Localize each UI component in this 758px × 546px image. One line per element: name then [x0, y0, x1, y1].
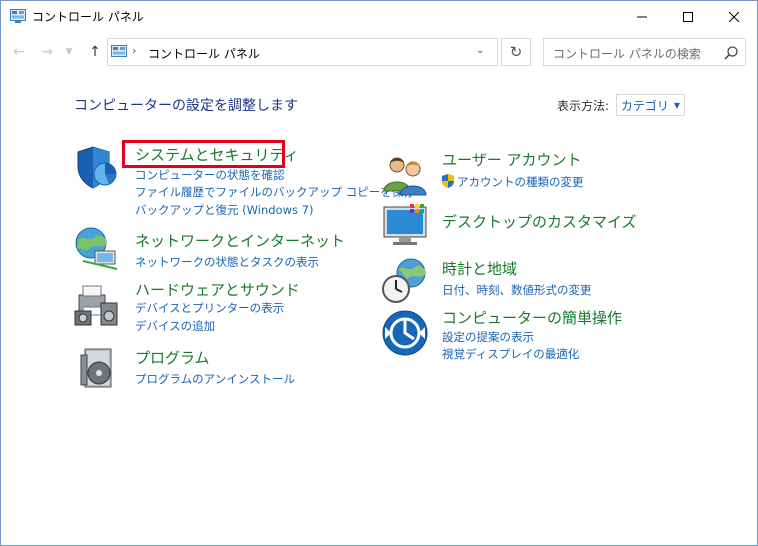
uac-shield-icon [442, 174, 454, 188]
minimize-icon [637, 16, 647, 17]
category-desktop-customization[interactable]: デスクトップのカスタマイズ [442, 211, 637, 232]
view-by-label: 表示方法: [557, 99, 610, 113]
title-bar[interactable]: コントロール パネル [1, 1, 757, 32]
category-programs[interactable]: プログラム [135, 347, 210, 368]
link-date-time-format[interactable]: 日付、時刻、数値形式の変更 [442, 282, 592, 298]
link-uninstall-program[interactable]: プログラムのアンインストール [135, 371, 295, 387]
control-panel-icon [10, 9, 26, 23]
address-history-dropdown-icon[interactable]: ⌄ [476, 45, 484, 56]
forward-button[interactable]: → [37, 42, 57, 62]
category-user-accounts[interactable]: ユーザー アカウント [442, 149, 581, 170]
arrow-left-icon: ← [13, 44, 25, 60]
link-suggested-settings[interactable]: 設定の提案の表示 [442, 329, 534, 345]
control-panel-window: コントロール パネル ← → ▼ ↑ › コントロール パネル › ⌄ ↻ コン… [0, 0, 758, 546]
close-icon [729, 11, 739, 22]
breadcrumb-separator-icon[interactable]: › [238, 44, 242, 57]
refresh-icon: ↻ [509, 43, 523, 61]
breadcrumb-separator-icon[interactable]: › [132, 44, 136, 57]
search-icon [724, 46, 738, 60]
link-devices-printers[interactable]: デバイスとプリンターの表示 [135, 300, 284, 316]
network-globe-icon [75, 227, 118, 270]
search-input[interactable]: コントロール パネルの検索 [543, 38, 746, 66]
category-ease-of-access[interactable]: コンピューターの簡単操作 [442, 307, 622, 328]
link-file-history-backup[interactable]: ファイル履歴でファイルのバックアップ コピーを保存 [135, 184, 415, 200]
link-add-device[interactable]: デバイスの追加 [135, 318, 215, 334]
printer-speaker-icon [74, 285, 118, 326]
address-bar[interactable]: › コントロール パネル › ⌄ [107, 38, 498, 66]
view-by-value: カテゴリ [620, 98, 669, 113]
control-panel-icon [111, 45, 127, 57]
up-button[interactable]: ↑ [85, 42, 105, 62]
monitor-icon [383, 204, 427, 245]
navigation-bar: ← → ▼ ↑ › コントロール パネル › ⌄ ↻ コントロール パネルの検索 [1, 32, 757, 72]
chevron-down-icon: ▼ [65, 47, 73, 57]
clock-globe-icon [382, 258, 426, 303]
page-heading: コンピューターの設定を調整します [74, 98, 298, 114]
maximize-button[interactable] [665, 1, 711, 32]
breadcrumb-control-panel[interactable]: コントロール パネル [148, 45, 260, 62]
link-backup-restore[interactable]: バックアップと復元 (Windows 7) [135, 202, 313, 218]
programs-disc-icon [80, 348, 112, 388]
back-button[interactable]: ← [9, 42, 29, 62]
dropdown-arrow-icon: ▼ [673, 100, 681, 110]
window-title: コントロール パネル [32, 10, 144, 24]
arrow-up-icon: ↑ [89, 44, 101, 60]
link-optimize-display[interactable]: 視覚ディスプレイの最適化 [442, 346, 579, 362]
category-clock-region[interactable]: 時計と地域 [442, 258, 517, 279]
link-network-status[interactable]: ネットワークの状態とタスクの表示 [135, 254, 319, 270]
category-system-security[interactable]: システムとセキュリティ [135, 144, 299, 165]
arrow-right-icon: → [41, 44, 53, 60]
minimize-button[interactable] [619, 1, 665, 32]
category-hardware-sound[interactable]: ハードウェアとサウンド [135, 279, 300, 300]
search-placeholder: コントロール パネルの検索 [553, 47, 701, 61]
security-shield-icon [77, 146, 117, 189]
recent-locations-button[interactable]: ▼ [63, 42, 75, 62]
users-icon [383, 157, 427, 196]
view-by-dropdown[interactable]: カテゴリ ▼ [616, 94, 685, 116]
maximize-icon [683, 11, 693, 22]
close-button[interactable] [711, 1, 757, 32]
ease-of-access-icon [382, 310, 428, 356]
refresh-button[interactable]: ↻ [501, 38, 531, 66]
category-network-internet[interactable]: ネットワークとインターネット [135, 230, 345, 251]
link-check-computer-status[interactable]: コンピューターの状態を確認 [135, 167, 285, 183]
link-change-account-type[interactable]: アカウントの種類の変更 [457, 174, 584, 190]
